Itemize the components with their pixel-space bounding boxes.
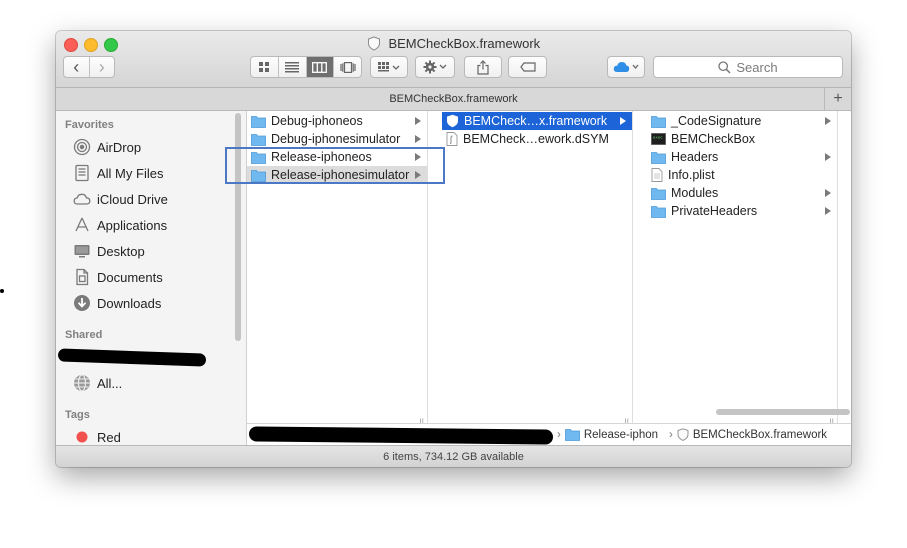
sidebar-item-applications[interactable]: Applications [73, 215, 167, 235]
folder-icon [251, 133, 266, 146]
downloads-icon [74, 295, 90, 311]
icon-view-button[interactable] [251, 57, 279, 77]
network-globe-icon [74, 374, 90, 392]
cover-flow-icon [340, 61, 356, 73]
sidebar-tag-red[interactable]: Red [73, 427, 121, 445]
arrange-grid-icon [378, 62, 400, 72]
column-view-icon [312, 61, 328, 73]
list-item[interactable]: _CodeSignature [647, 112, 837, 130]
desktop-icon [74, 245, 90, 258]
list-item[interactable]: exec BEMCheckBox [647, 130, 837, 148]
plist-file-icon [651, 168, 663, 182]
icon-view-icon [259, 62, 270, 72]
tag-button[interactable] [508, 56, 547, 78]
list-item-active[interactable]: BEMCheck…x.framework [442, 112, 632, 130]
folder-icon [651, 115, 666, 128]
dsym-file-icon [446, 132, 458, 146]
all-files-icon [75, 164, 89, 182]
folder-icon [564, 429, 580, 441]
cloud-icon [613, 62, 639, 72]
list-view-button[interactable] [279, 57, 307, 77]
folder-icon [651, 151, 666, 164]
executable-terminal-icon: exec [651, 133, 666, 145]
svg-text:exec: exec [653, 137, 663, 141]
list-item[interactable]: Debug-iphonesimulator [247, 130, 427, 148]
path-segment-framework[interactable]: › BEMCheckBox.framework [669, 428, 827, 441]
search-field[interactable]: Search [653, 56, 843, 78]
share-icon [477, 59, 489, 75]
icloud-icon [73, 193, 91, 205]
column-view-button[interactable] [306, 57, 335, 77]
horizontal-scrollbar[interactable] [716, 409, 850, 415]
redacted-path [248, 426, 554, 445]
sidebar-item-documents[interactable]: Documents [73, 267, 163, 287]
list-item[interactable]: Info.plist [647, 166, 837, 184]
list-item[interactable]: Headers [647, 148, 837, 166]
arrange-button[interactable] [370, 56, 408, 78]
sidebar-item-airdrop[interactable]: AirDrop [73, 137, 141, 157]
documents-icon [76, 268, 89, 286]
red-tag-dot-icon [76, 431, 88, 443]
cover-flow-button[interactable] [334, 57, 361, 77]
list-item[interactable]: Debug-iphoneos [247, 112, 427, 130]
framework-shield-icon [677, 428, 689, 441]
share-button[interactable] [464, 56, 502, 78]
sidebar-item-all-shared[interactable]: All... [73, 373, 122, 393]
folder-icon [651, 187, 666, 200]
new-tab-button[interactable]: + [824, 88, 851, 110]
finder-window: BEMCheckBox.framework ‹ › Search BEMChec… [56, 31, 851, 467]
forward-button[interactable]: › [90, 57, 115, 77]
cloud-share-button[interactable] [607, 56, 645, 78]
back-forward-group: ‹ › [63, 56, 115, 78]
framework-shield-icon [367, 36, 380, 51]
sidebar-item-downloads[interactable]: Downloads [73, 293, 161, 313]
disclosure-arrow-icon [825, 207, 831, 215]
sidebar-item-desktop[interactable]: Desktop [73, 241, 145, 261]
disclosure-arrow-icon [620, 117, 626, 125]
path-segment-release[interactable]: › Release-iphon [557, 428, 658, 441]
airdrop-icon [73, 138, 91, 156]
status-bar: 6 items, 734.12 GB available [56, 445, 851, 467]
search-placeholder: Search [736, 59, 778, 75]
status-text: 6 items, 734.12 GB available [383, 451, 524, 463]
sidebar: Favorites AirDrop All My Files iCloud Dr… [56, 111, 247, 445]
sidebar-item-all-my-files[interactable]: All My Files [73, 163, 163, 183]
disclosure-arrow-icon [825, 117, 831, 125]
sidebar-item-icloud-drive[interactable]: iCloud Drive [73, 189, 168, 209]
framework-shield-icon [447, 114, 458, 128]
view-mode-group [250, 56, 362, 78]
list-item[interactable]: PrivateHeaders [647, 202, 837, 220]
tag-icon [519, 62, 536, 72]
title-bar: BEMCheckBox.framework ‹ › Search [56, 31, 851, 88]
column-3: _CodeSignature exec BEMCheckBox Headers … [647, 111, 838, 431]
list-view-icon [285, 61, 300, 72]
folder-icon [251, 115, 266, 128]
list-item[interactable]: BEMCheck…ework.dSYM [442, 130, 632, 148]
disclosure-arrow-icon [825, 153, 831, 161]
action-button[interactable] [415, 56, 455, 78]
tags-header: Tags [65, 409, 90, 421]
annotation-highlight-box [225, 147, 445, 184]
back-button[interactable]: ‹ [64, 57, 90, 77]
column-2: BEMCheck…x.framework BEMCheck…ework.dSYM… [442, 111, 633, 431]
favorites-header: Favorites [65, 119, 114, 131]
disclosure-arrow-icon [415, 117, 421, 125]
applications-icon [75, 217, 89, 232]
tab-path-bar: BEMCheckBox.framework + [56, 88, 851, 111]
disclosure-arrow-icon [825, 189, 831, 197]
folder-icon [651, 205, 666, 218]
window-title: BEMCheckBox.framework [56, 35, 851, 51]
shared-header: Shared [65, 329, 103, 341]
list-item[interactable]: Modules [647, 184, 837, 202]
stray-dot [0, 289, 4, 293]
disclosure-arrow-icon [415, 135, 421, 143]
path-title: BEMCheckBox.framework [389, 93, 518, 105]
search-icon [718, 60, 731, 74]
gear-icon [423, 60, 447, 74]
